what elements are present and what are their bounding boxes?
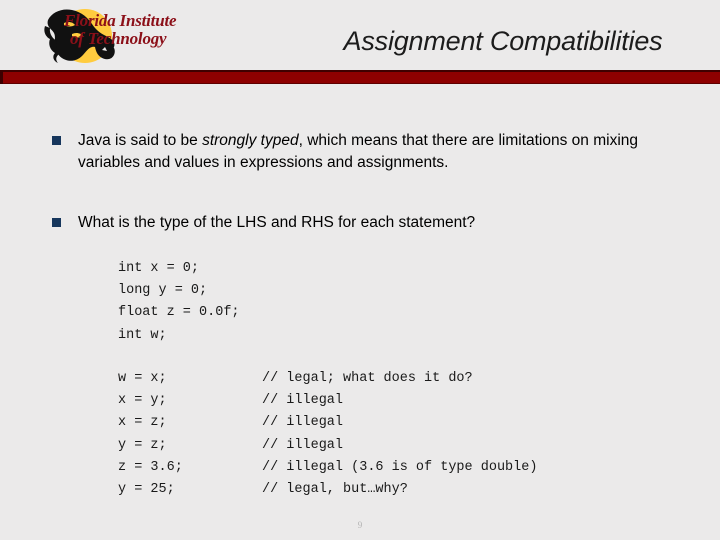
slide-header: Florida Institute of Technology Assignme…	[0, 0, 720, 90]
code-block-assignments: w = x; // legal; what does it do? x = y; //…	[118, 368, 537, 501]
bullet-text-run: Java is said to be	[78, 132, 203, 149]
bullet-text-run: strongly typed	[202, 132, 299, 149]
page-number: 9	[357, 520, 363, 530]
code-statement: int w;	[118, 327, 167, 343]
bullet-square-icon	[52, 136, 61, 145]
bullet-square-icon	[52, 218, 61, 227]
code-block-declarations: int x = 0; long y = 0; float z = 0.0f; int …	[118, 258, 262, 347]
bullet-item-2-text: What is the type of the LHS and RHS for …	[78, 212, 475, 234]
code-statement: float z = 0.0f;	[118, 305, 240, 321]
logo-wordmark-line2: of Technology	[70, 29, 167, 49]
code-line: y = 25; // legal, but…why?	[118, 479, 537, 501]
code-statement: int x = 0;	[118, 261, 200, 276]
code-statement: y = z;	[118, 437, 167, 453]
bullet-text-run: What is the type of the LHS and RHS for …	[78, 214, 476, 231]
code-line: x = y; // illegal	[118, 390, 537, 412]
header-divider-rule	[0, 70, 720, 84]
code-comment: // legal, but…why?	[262, 481, 408, 497]
logo-wordmark-line1: Florida Institute	[64, 11, 177, 30]
page-title: Assignment Compatibilities	[343, 26, 663, 56]
bullet-item-1: Java is said to be strongly typed, which…	[52, 130, 680, 175]
code-comment: // illegal	[262, 393, 344, 409]
code-line: w = x; // legal; what does it do?	[118, 368, 537, 390]
code-line: long y = 0;	[118, 280, 262, 302]
header-divider-cap	[0, 70, 3, 84]
code-line: y = z; // illegal	[118, 435, 537, 457]
bullet-item-2: What is the type of the LHS and RHS for …	[52, 212, 680, 234]
code-line: float z = 0.0f;	[118, 302, 262, 324]
code-comment: // legal; what does it do?	[262, 371, 473, 386]
university-logo: Florida Institute of Technology	[18, 6, 208, 66]
code-statement: x = y;	[118, 393, 167, 409]
code-comment: // illegal	[262, 437, 344, 453]
code-line: x = z; // illegal	[118, 412, 537, 434]
bullet-item-1-text: Java is said to be strongly typed, which…	[78, 130, 680, 175]
code-line: int x = 0;	[118, 258, 262, 280]
slide-body: Java is said to be strongly typed, which…	[0, 90, 720, 540]
code-comment: // illegal (3.6 is of type double)	[262, 459, 538, 475]
code-statement: w = x;	[118, 371, 167, 386]
code-line: z = 3.6; // illegal (3.6 is of type doubl…	[118, 457, 537, 479]
code-statement: z = 3.6;	[118, 459, 183, 475]
logo-wordmark: Florida Institute of Technology	[64, 11, 214, 49]
code-statement: y = 25;	[118, 481, 175, 497]
code-statement: x = z;	[118, 415, 167, 431]
code-line: int w;	[118, 325, 262, 347]
code-comment: // illegal	[262, 415, 344, 431]
code-statement: long y = 0;	[118, 283, 208, 299]
